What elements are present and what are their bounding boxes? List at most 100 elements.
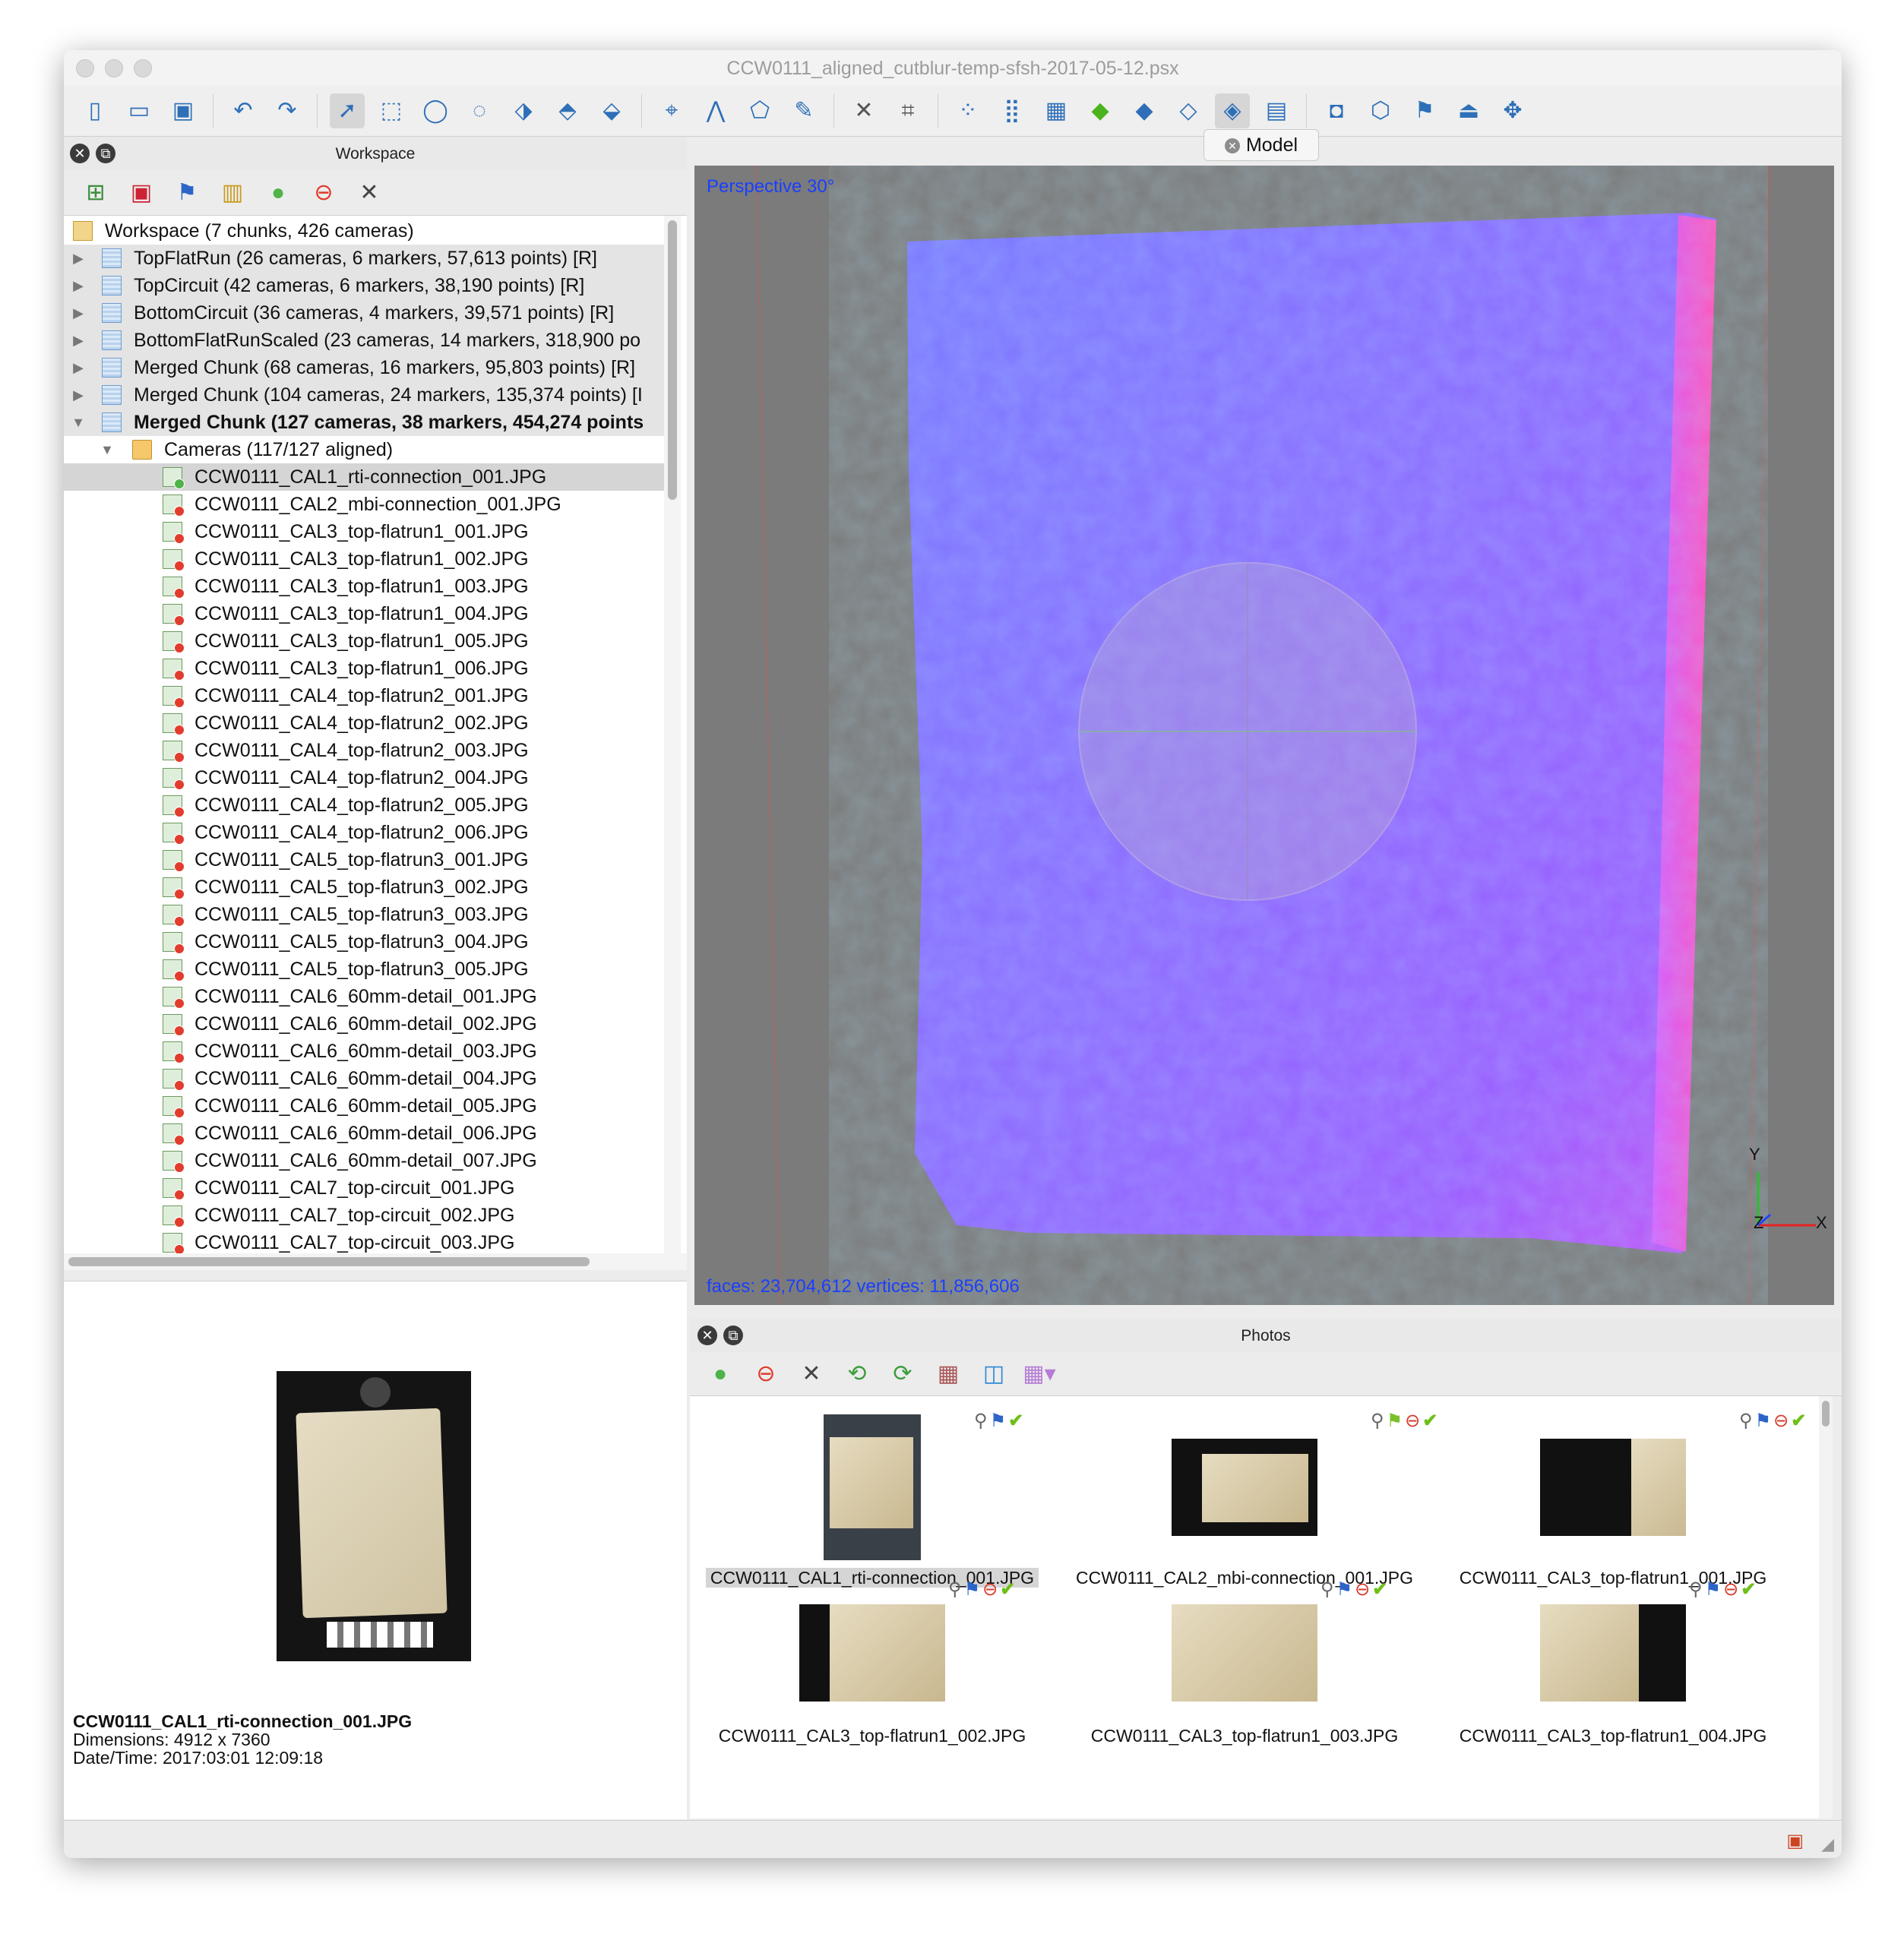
view-mode-icon[interactable]: ▦▾ [1023,1357,1056,1391]
tree-item-camera[interactable]: CCW0111_CAL3_top-flatrun1_003.JPG [64,573,664,600]
undo-icon[interactable]: ↶ [226,93,261,128]
collapse-arrow-icon[interactable]: ▶ [71,245,85,272]
add-photos-icon[interactable]: ▣ [125,176,158,210]
expand-arrow-icon[interactable]: ▼ [71,409,85,436]
tree-item-chunk[interactable]: ▼ Merged Chunk (127 cameras, 38 markers, … [64,409,664,436]
photo-thumbnail[interactable] [799,1604,945,1702]
tree-item-camera[interactable]: CCW0111_CAL7_top-circuit_003.JPG [64,1229,664,1256]
draw-polyline-icon[interactable]: ⋀ [698,93,733,128]
dense-cloud-classes-icon[interactable]: ▦ [1039,93,1074,128]
shaded-model-icon[interactable]: ◆ [1083,93,1118,128]
filter-by-markers-icon[interactable]: ▦ [931,1357,965,1391]
resize-grip-icon[interactable]: ◢ [1821,1834,1834,1854]
tree-item-workspace[interactable]: Workspace (7 chunks, 426 cameras) [64,217,664,245]
tree-item-chunk[interactable]: ▶ Merged Chunk (68 cameras, 16 markers, 9… [64,354,664,381]
scroll-thumb[interactable] [68,1257,590,1266]
workspace-horizontal-scrollbar[interactable] [64,1253,687,1270]
tree-item-camera[interactable]: CCW0111_CAL3_top-flatrun1_002.JPG [64,545,664,573]
model-viewport[interactable]: Perspective 30° faces: 23,704,612 vertic… [694,166,1834,1305]
open-icon[interactable]: ▭ [122,93,157,128]
tree-item-camera[interactable]: CCW0111_CAL4_top-flatrun2_005.JPG [64,792,664,819]
tree-item-camera[interactable]: CCW0111_CAL3_top-flatrun1_004.JPG [64,600,664,627]
rotate-right-icon[interactable]: ⟳ [886,1357,919,1391]
redo-icon[interactable]: ↷ [270,93,305,128]
move-region-icon[interactable]: ⬙ [594,93,629,128]
scroll-thumb[interactable] [1822,1401,1830,1427]
photo-tile[interactable]: ⚲ ⚑ ⊖ ✔ CCW0111_CAL3_top-flatrun1_002.JPG [690,1579,1055,1776]
point-cloud-icon[interactable]: ⁘ [950,93,985,128]
collapse-arrow-icon[interactable]: ▶ [71,299,85,327]
disable-cameras-icon[interactable]: ⊖ [749,1357,783,1391]
tree-item-camera[interactable]: CCW0111_CAL6_60mm-detail_006.JPG [64,1120,664,1147]
tree-item-camera[interactable]: CCW0111_CAL6_60mm-detail_002.JPG [64,1010,664,1038]
photo-tile[interactable]: ⚲ ⚑ ⊖ ✔ CCW0111_CAL3_top-flatrun1_003.JPG [1062,1579,1427,1776]
rectangle-select-icon[interactable]: ⬚ [374,93,409,128]
photo-tile[interactable]: ⚲ ⚑ ✔ CCW0111_CAL1_rti-connection_001.JPG [690,1396,1055,1588]
add-shape-icon[interactable]: ▥ [216,176,249,210]
tree-item-camera[interactable]: CCW0111_CAL5_top-flatrun3_002.JPG [64,874,664,901]
collapse-arrow-icon[interactable]: ▶ [71,354,85,381]
tree-item-chunk[interactable]: ▶ BottomFlatRunScaled (23 cameras, 14 mar… [64,327,664,354]
photo-tile[interactable]: ⚲ ⚑ ⊖ ✔ CCW0111_CAL2_mbi-connection_001.JPG [1062,1396,1437,1588]
show-markers-icon[interactable]: ⚑ [1407,93,1442,128]
photo-thumbnail[interactable] [1172,1604,1317,1702]
show-region-icon[interactable]: ⏏ [1451,93,1486,128]
wireframe-model-icon[interactable]: ◇ [1171,93,1206,128]
tree-item-chunk[interactable]: ▶ Merged Chunk (104 cameras, 24 markers, … [64,381,664,409]
tree-item-camera[interactable]: CCW0111_CAL3_top-flatrun1_001.JPG [64,518,664,545]
textured-model-icon[interactable]: ◈ [1215,93,1250,128]
tree-item-camera[interactable]: CCW0111_CAL5_top-flatrun3_001.JPG [64,846,664,874]
tree-item-camera[interactable]: CCW0111_CAL6_60mm-detail_003.JPG [64,1038,664,1065]
resize-region-icon[interactable]: ⬗ [506,93,541,128]
crop-icon[interactable]: ⌗ [890,93,925,128]
save-icon[interactable]: ▣ [166,93,201,128]
tiled-model-icon[interactable]: ▤ [1259,93,1294,128]
photo-tile[interactable]: ⚲ ⚑ ⊖ ✔ CCW0111_CAL3_top-flatrun1_001.JPG [1431,1396,1807,1588]
tree-item-camera[interactable]: CCW0111_CAL3_top-flatrun1_005.JPG [64,627,664,655]
tree-item-camera[interactable]: CCW0111_CAL1_rti-connection_001.JPG [64,463,664,491]
tree-item-camera[interactable]: CCW0111_CAL6_60mm-detail_001.JPG [64,983,664,1010]
photo-tile[interactable]: ⚲ ⚑ ⊖ ✔ CCW0111_CAL3_top-flatrun1_004.JPG [1431,1579,1795,1776]
tree-item-cameras-folder[interactable]: ▼ Cameras (117/127 aligned) [64,436,664,463]
rotate-left-icon[interactable]: ⟲ [840,1357,874,1391]
enable-cameras-icon[interactable]: ● [704,1357,737,1391]
tree-item-camera[interactable]: CCW0111_CAL7_top-circuit_002.JPG [64,1202,664,1229]
tree-item-camera[interactable]: CCW0111_CAL5_top-flatrun3_005.JPG [64,956,664,983]
tree-item-camera[interactable]: CCW0111_CAL2_mbi-connection_001.JPG [64,491,664,518]
add-chunk-icon[interactable]: ⊞ [79,176,112,210]
status-warning-icon[interactable]: ▣ [1786,1830,1804,1852]
tree-item-camera[interactable]: CCW0111_CAL4_top-flatrun2_002.JPG [64,709,664,737]
remove-cameras-icon[interactable]: ✕ [795,1357,828,1391]
tree-item-camera[interactable]: CCW0111_CAL4_top-flatrun2_001.JPG [64,682,664,709]
disable-icon[interactable]: ⊖ [307,176,340,210]
collapse-arrow-icon[interactable]: ▶ [71,327,85,354]
circle-select-icon[interactable]: ◯ [418,93,453,128]
tree-item-chunk[interactable]: ▶ TopFlatRun (26 cameras, 6 markers, 57,6… [64,245,664,272]
tree-item-camera[interactable]: CCW0111_CAL4_top-flatrun2_006.JPG [64,819,664,846]
tree-item-camera[interactable]: CCW0111_CAL3_top-flatrun1_006.JPG [64,655,664,682]
new-icon[interactable]: ▯ [77,93,112,128]
workspace-vertical-scrollbar[interactable] [664,216,681,1261]
scroll-thumb[interactable] [668,220,677,500]
show-cameras-icon[interactable]: ◘ [1319,93,1354,128]
photo-thumbnail[interactable] [1172,1439,1317,1536]
solid-model-icon[interactable]: ◆ [1127,93,1162,128]
navigation-icon[interactable]: ➚ [330,93,365,128]
photo-thumbnail[interactable] [824,1414,921,1560]
delete-icon[interactable]: ✕ [846,93,881,128]
tree-item-camera[interactable]: CCW0111_CAL6_60mm-detail_007.JPG [64,1147,664,1174]
draw-polygon-icon[interactable]: ⬠ [742,93,777,128]
enable-icon[interactable]: ● [261,176,295,210]
add-marker-icon[interactable]: ⌖ [654,93,689,128]
photo-thumbnail[interactable] [1540,1604,1686,1702]
tree-item-camera[interactable]: CCW0111_CAL7_top-circuit_001.JPG [64,1174,664,1202]
tree-item-camera[interactable]: CCW0111_CAL6_60mm-detail_005.JPG [64,1092,664,1120]
dense-cloud-icon[interactable]: ⣿ [995,93,1029,128]
tree-item-camera[interactable]: CCW0111_CAL6_60mm-detail_004.JPG [64,1065,664,1092]
show-trackball-icon[interactable]: ✥ [1495,93,1530,128]
tree-item-camera[interactable]: CCW0111_CAL4_top-flatrun2_004.JPG [64,764,664,792]
tab-model[interactable]: ✕ Model [1203,129,1319,161]
show-shapes-icon[interactable]: ⬡ [1363,93,1398,128]
tree-item-chunk[interactable]: ▶ BottomCircuit (36 cameras, 4 markers, 3… [64,299,664,327]
expand-arrow-icon[interactable]: ▼ [100,436,114,463]
